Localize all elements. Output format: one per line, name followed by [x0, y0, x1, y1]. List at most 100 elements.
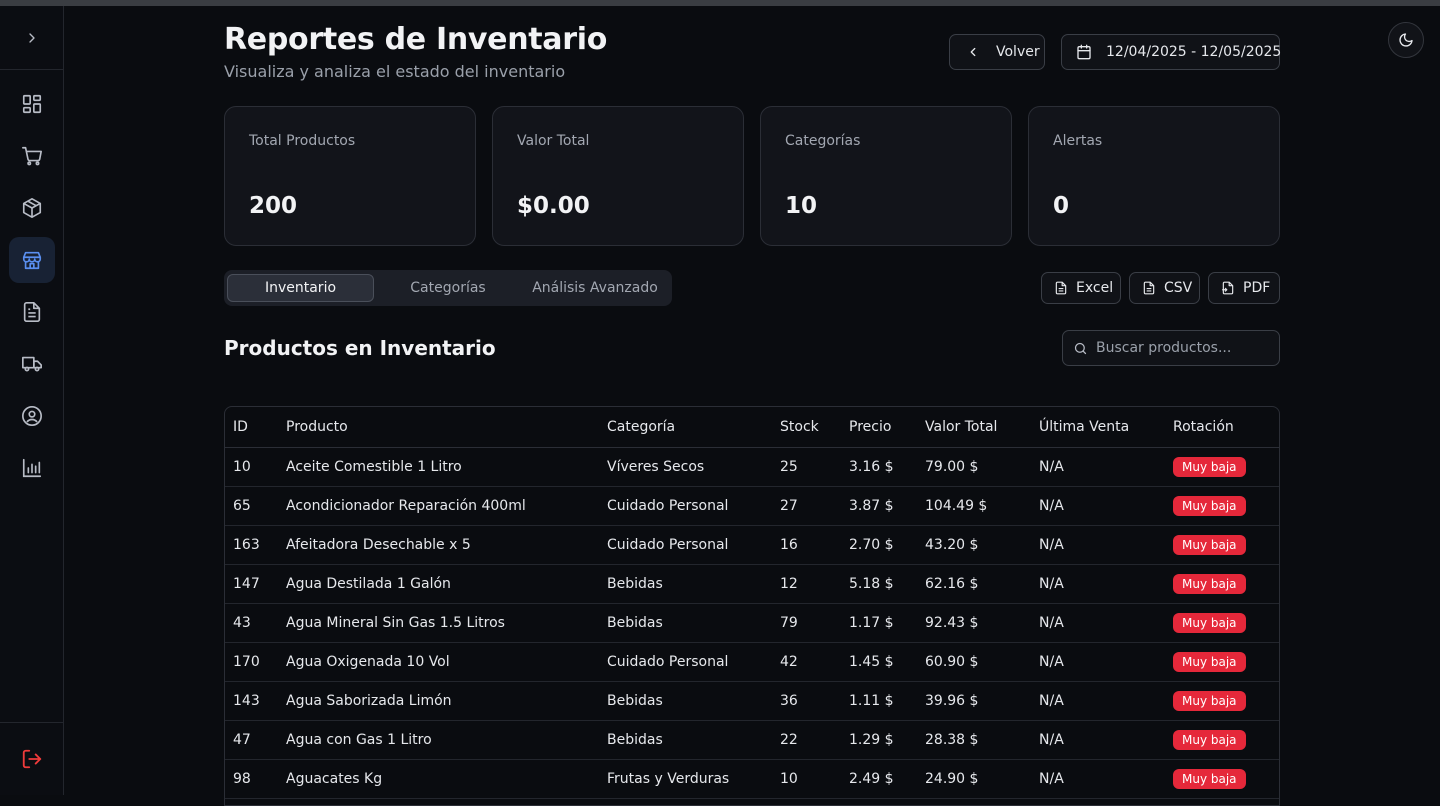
cell-price: 5.18 $	[841, 564, 917, 604]
stat-value: 10	[785, 193, 818, 219]
cell-price: 1.29 $	[841, 720, 917, 760]
export-excel-label: Excel	[1076, 280, 1114, 296]
top-strip	[0, 0, 1440, 6]
cell-rotation: Muy baja	[1165, 603, 1279, 643]
cell-last-sale: N/A	[1031, 447, 1165, 487]
cell-price: 3.16 $	[841, 447, 917, 487]
rotation-badge: Muy baja	[1173, 690, 1246, 711]
logout-icon[interactable]	[21, 748, 43, 770]
sidebar-footer	[0, 722, 63, 795]
table-row[interactable]: 147 Agua Destilada 1 Galón Bebidas 12 5.…	[225, 564, 1279, 604]
table-row[interactable]: 43 Agua Mineral Sin Gas 1.5 Litros Bebid…	[225, 603, 1279, 643]
date-range-label: 12/04/2025 - 12/05/2025	[1106, 44, 1282, 60]
rotation-badge: Muy baja	[1173, 573, 1246, 594]
export-pdf-button[interactable]: PDF	[1208, 272, 1280, 304]
cell-stock: 36	[772, 681, 841, 721]
export-csv-button[interactable]: CSV	[1129, 272, 1200, 304]
page-subtitle: Visualiza y analiza el estado del invent…	[224, 62, 566, 81]
rotation-badge: Muy baja	[1173, 495, 1246, 516]
column-header-stock[interactable]: Stock	[772, 407, 841, 448]
table-row[interactable]: 170 Agua Oxigenada 10 Vol Cuidado Person…	[225, 642, 1279, 682]
chevron-right-icon	[24, 30, 40, 46]
cell-last-sale: N/A	[1031, 486, 1165, 526]
stat-label: Alertas	[1053, 133, 1103, 149]
cell-category: Bebidas	[599, 603, 772, 643]
cell-stock: 10	[772, 759, 841, 799]
export-excel-button[interactable]: Excel	[1041, 272, 1121, 304]
cell-last-sale: N/A	[1031, 759, 1165, 799]
cell-stock: 12	[772, 564, 841, 604]
theme-toggle-button[interactable]	[1388, 22, 1424, 58]
cell-total-value: 39.96 $	[917, 681, 1031, 721]
cell-id: 143	[225, 681, 278, 721]
table-row[interactable]: 65 Acondicionador Reparación 400ml Cuida…	[225, 486, 1279, 526]
table-row[interactable]: 10 Aceite Comestible 1 Litro Víveres Sec…	[225, 447, 1279, 487]
column-header-category[interactable]: Categoría	[599, 407, 772, 448]
back-button[interactable]: Volver	[949, 34, 1045, 70]
table-row[interactable]: 98 Aguacates Kg Frutas y Verduras 10 2.4…	[225, 759, 1279, 799]
column-header-price[interactable]: Precio	[841, 407, 917, 448]
sidebar-toggle[interactable]	[0, 6, 63, 70]
cell-category: Bebidas	[599, 564, 772, 604]
sidebar-item-products[interactable]	[9, 185, 55, 231]
cell-id: 98	[225, 759, 278, 799]
search-input[interactable]	[1096, 340, 1266, 356]
sidebar-item-dashboard[interactable]	[9, 81, 55, 127]
cell-category: Frutas y Verduras	[599, 759, 772, 799]
date-range-picker[interactable]: 12/04/2025 - 12/05/2025	[1061, 34, 1282, 70]
sidebar-item-reports[interactable]	[9, 289, 55, 335]
cell-product: Aceite Comestible 1 Litro	[278, 447, 599, 487]
rotation-badge: Muy baja	[1173, 768, 1246, 789]
cell-id: 10	[225, 447, 278, 487]
cell-total-value: 24.90 $	[917, 759, 1031, 799]
cell-last-sale: N/A	[1031, 681, 1165, 721]
stat-value: $0.00	[517, 193, 590, 219]
cell-product: Aguacates Kg	[278, 759, 599, 799]
chevron-left-icon	[966, 45, 980, 59]
table-row[interactable]: 163 Afeitadora Desechable x 5 Cuidado Pe…	[225, 525, 1279, 565]
stat-label: Categorías	[785, 133, 861, 149]
cell-product: Agua Saborizada Limón	[278, 681, 599, 721]
section-title: Productos en Inventario	[224, 336, 496, 360]
sidebar-item-sales[interactable]	[9, 133, 55, 179]
column-header-id[interactable]: ID	[225, 407, 278, 448]
sidebar-item-users[interactable]	[9, 393, 55, 439]
tab-inventory[interactable]: Inventario	[227, 274, 374, 302]
table-row[interactable]: 47 Agua con Gas 1 Litro Bebidas 22 1.29 …	[225, 720, 1279, 760]
moon-icon	[1398, 32, 1414, 48]
table-row[interactable]: 143 Agua Saborizada Limón Bebidas 36 1.1…	[225, 681, 1279, 721]
cart-icon	[21, 145, 43, 167]
search-icon	[1073, 341, 1088, 356]
sidebar-item-suppliers[interactable]	[9, 341, 55, 387]
sidebar-item-inventory[interactable]	[8, 237, 55, 283]
column-header-total-value[interactable]: Valor Total	[917, 407, 1031, 448]
cell-total-value: 104.49 $	[917, 486, 1031, 526]
cell-id: 43	[225, 603, 278, 643]
truck-icon	[21, 353, 43, 375]
sidebar-item-analytics[interactable]	[9, 445, 55, 491]
cell-total-value: 79.00 $	[917, 447, 1031, 487]
cell-rotation: Muy baja	[1165, 720, 1279, 760]
cell-price: 1.17 $	[841, 603, 917, 643]
inventory-table: ID Producto Categoría Stock Precio Valor…	[224, 406, 1280, 806]
stat-card-alerts: Alertas 0	[1028, 106, 1280, 246]
column-header-rotation[interactable]: Rotación	[1165, 407, 1279, 448]
cell-last-sale: N/A	[1031, 525, 1165, 565]
cell-category: Cuidado Personal	[599, 486, 772, 526]
rotation-badge: Muy baja	[1173, 651, 1246, 672]
cell-rotation: Muy baja	[1165, 486, 1279, 526]
column-header-last-sale[interactable]: Última Venta	[1031, 407, 1165, 448]
product-search[interactable]	[1062, 330, 1280, 366]
user-circle-icon	[21, 405, 43, 427]
cell-rotation: Muy baja	[1165, 447, 1279, 487]
page-title: Reportes de Inventario	[224, 22, 608, 57]
tab-advanced-analysis[interactable]: Análisis Avanzado	[522, 274, 668, 302]
back-button-label: Volver	[996, 44, 1040, 60]
column-header-product[interactable]: Producto	[278, 407, 599, 448]
rotation-badge: Muy baja	[1173, 612, 1246, 633]
file-icon	[1054, 281, 1068, 295]
report-tabs: Inventario Categorías Análisis Avanzado	[224, 270, 672, 306]
tab-categories[interactable]: Categorías	[374, 274, 522, 302]
rotation-badge: Muy baja	[1173, 456, 1246, 477]
stat-label: Total Productos	[249, 133, 356, 149]
